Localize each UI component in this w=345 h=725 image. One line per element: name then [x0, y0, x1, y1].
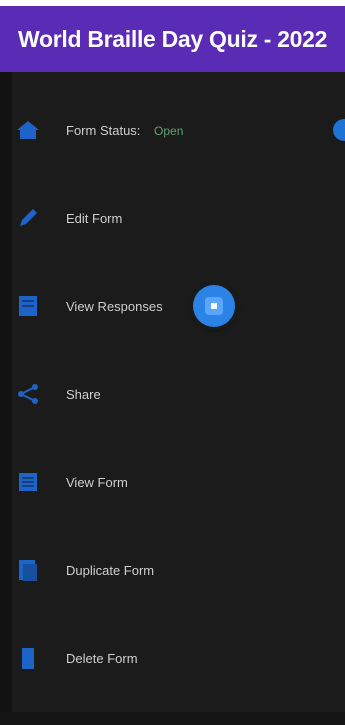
menu-item-label: Share [66, 386, 101, 402]
menu-item-label: View Responses [66, 298, 163, 314]
fab-button[interactable] [193, 285, 235, 327]
list-icon [14, 468, 42, 496]
copy-icon [14, 556, 42, 584]
menu-item-delete-form[interactable]: Delete Form [0, 628, 345, 688]
trash-icon [14, 644, 42, 672]
menu-item-view-responses[interactable]: View Responses [0, 276, 345, 336]
app-bar: World Braille Day Quiz - 2022 [0, 6, 345, 72]
pencil-icon [14, 204, 42, 232]
share-icon [14, 380, 42, 408]
menu-item-view-form[interactable]: View Form [0, 452, 345, 512]
menu-item-label: Edit Form [66, 210, 123, 226]
menu-item-edit-form[interactable]: Edit Form [0, 188, 345, 248]
menu-item-label: Delete Form [66, 650, 138, 666]
page-title: World Braille Day Quiz - 2022 [18, 25, 328, 52]
status-toggle[interactable] [333, 119, 345, 141]
menu-item-label: View Form [66, 474, 128, 490]
menu-item-duplicate-form[interactable]: Duplicate Form [0, 540, 345, 600]
status-badge: Open [154, 123, 184, 138]
bottom-edge [0, 712, 345, 725]
document-icon [14, 292, 42, 320]
menu-item-form-status[interactable]: Form Status: Open [0, 100, 345, 160]
square-icon [205, 297, 223, 315]
menu-item-label: Duplicate Form [66, 562, 155, 578]
home-icon [14, 116, 42, 144]
menu-item-share[interactable]: Share [0, 364, 345, 424]
menu-item-label: Form Status: [66, 122, 141, 138]
